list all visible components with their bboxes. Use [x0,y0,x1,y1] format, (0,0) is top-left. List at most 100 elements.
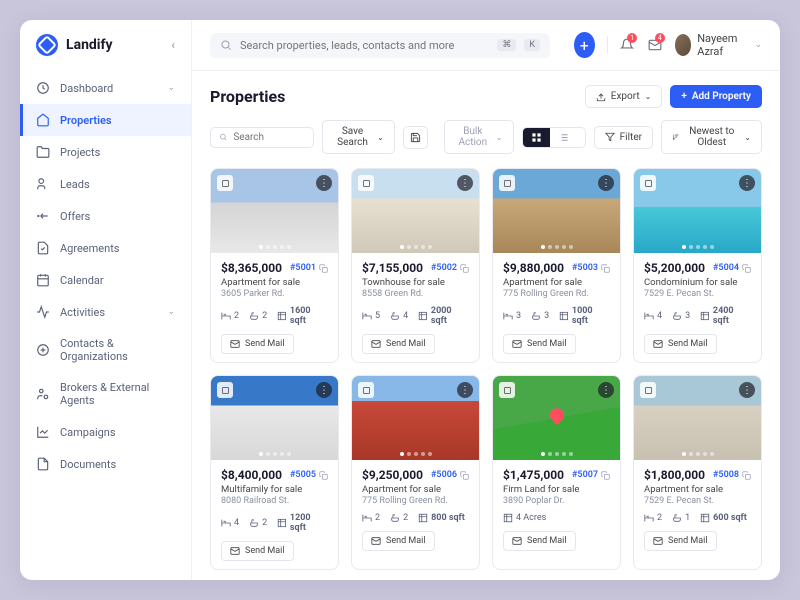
kbd-shortcut: K [524,39,540,51]
nav-item-calendar[interactable]: Calendar [20,264,191,296]
card-menu-icon[interactable]: ⋮ [739,175,755,191]
grid-view-icon[interactable] [523,128,550,147]
property-image: ⋮ [211,169,338,253]
card-menu-icon[interactable]: ⋮ [457,175,473,191]
card-menu-icon[interactable]: ⋮ [316,382,332,398]
nav-item-activities[interactable]: Activities⌄ [20,296,191,328]
baths: 2 [249,518,267,528]
property-features: 2 2 800 sqft [362,513,469,523]
baths: 1 [672,513,690,523]
nav-icon [36,387,50,401]
export-button[interactable]: Export ⌄ [585,85,663,108]
map-view-icon[interactable] [577,128,586,147]
list-view-icon[interactable] [550,128,577,147]
carousel-dots [259,452,291,456]
baths: 4 [390,311,408,321]
search-filter[interactable] [210,127,314,148]
property-grid: ⋮ $8,365,000 #5001 Apartment for sale 36… [210,168,762,580]
add-fab-button[interactable]: + [574,32,595,58]
property-type-badge-icon [499,382,515,398]
send-mail-button[interactable]: Send Mail [644,334,717,354]
send-mail-button[interactable]: Send Mail [221,334,294,354]
brand-logo-icon [36,34,58,56]
nav-label: Projects [60,146,100,159]
sort-button[interactable]: Newest to Oldest ⌄ [661,120,762,154]
property-address: 775 Rolling Green Rd. [362,496,469,506]
beds: 4 [221,518,239,528]
global-search-input[interactable] [240,39,489,52]
filter-icon [605,132,615,142]
send-mail-button[interactable]: Send Mail [503,334,576,354]
nav-item-projects[interactable]: Projects [20,136,191,168]
nav-item-agreements[interactable]: Agreements [20,232,191,264]
nav-item-offers[interactable]: Offers [20,200,191,232]
nav-item-brokers-external-agents[interactable]: Brokers & External Agents [20,372,191,416]
nav-label: Properties [60,114,112,127]
property-features: 2 1 600 sqft [644,513,751,523]
send-mail-button[interactable]: Send Mail [362,334,435,354]
collapse-sidebar-icon[interactable]: ‹ [171,38,175,52]
send-mail-button[interactable]: Send Mail [644,531,717,551]
nav-label: Offers [60,210,90,223]
property-id[interactable]: #5007 [572,470,610,480]
property-card[interactable]: ⋮ $9,880,000 #5003 Apartment for sale 77… [492,168,621,363]
carousel-dots [541,245,573,249]
filter-button[interactable]: Filter [594,126,653,149]
nav-item-dashboard[interactable]: Dashboard⌄ [20,72,191,104]
property-card[interactable]: ⋮ $8,365,000 #5001 Apartment for sale 36… [210,168,339,363]
property-type-badge-icon [640,382,656,398]
property-id[interactable]: #5008 [713,470,751,480]
property-type: Firm Land for sale [503,484,610,495]
property-image: ⋮ [211,376,338,460]
nav-icon [36,425,50,439]
property-card[interactable]: ⋮ $9,250,000 #5006 Apartment for sale 77… [351,375,480,570]
user-menu[interactable]: Nayeem Azraf ⌄ [675,32,762,58]
card-menu-icon[interactable]: ⋮ [598,382,614,398]
notifications-icon[interactable]: 1 [619,35,635,55]
property-card[interactable]: ⋮ $5,200,000 #5004 Condominium for sale … [633,168,762,363]
send-mail-button[interactable]: Send Mail [362,531,435,551]
nav-item-properties[interactable]: Properties [20,104,191,136]
property-type-badge-icon [358,382,374,398]
bulk-action-button[interactable]: Bulk Action ⌄ [444,120,514,154]
search-icon [219,132,227,142]
global-search[interactable]: ⌘ K [210,33,550,58]
area: 2000 sqft [418,306,469,326]
card-menu-icon[interactable]: ⋮ [316,175,332,191]
property-price: $8,400,000 [221,468,282,482]
search-icon [220,39,232,51]
card-menu-icon[interactable]: ⋮ [739,382,755,398]
property-features: 2 2 1600 sqft [221,306,328,326]
save-icon [410,132,421,143]
property-id[interactable]: #5001 [290,263,328,273]
plus-icon: + [681,91,687,102]
nav-item-contacts-organizations[interactable]: Contacts & Organizations [20,328,191,372]
avatar [675,34,691,56]
nav-item-documents[interactable]: Documents [20,448,191,480]
search-filter-input[interactable] [233,132,305,143]
property-card[interactable]: ⋮ $1,800,000 #5008 Apartment for sale 75… [633,375,762,570]
property-id[interactable]: #5002 [431,263,469,273]
property-card[interactable]: ⋮ $1,475,000 #5007 Firm Land for sale 38… [492,375,621,570]
property-id[interactable]: #5006 [431,470,469,480]
send-mail-button[interactable]: Send Mail [221,541,294,561]
nav-item-campaigns[interactable]: Campaigns [20,416,191,448]
property-id[interactable]: #5003 [572,263,610,273]
add-property-button[interactable]: + Add Property [670,85,762,108]
card-menu-icon[interactable]: ⋮ [598,175,614,191]
property-id[interactable]: #5005 [290,470,328,480]
property-card[interactable]: ⋮ $8,400,000 #5005 Multifamily for sale … [210,375,339,570]
property-card[interactable]: ⋮ $7,155,000 #5002 Townhouse for sale 85… [351,168,480,363]
property-price: $8,365,000 [221,261,282,275]
save-search-button[interactable]: Save Search ⌄ [322,120,395,154]
save-view-button[interactable] [403,126,428,149]
property-id[interactable]: #5004 [713,263,751,273]
kbd-shortcut: ⌘ [497,39,516,51]
property-type: Apartment for sale [644,484,751,495]
messages-icon[interactable]: 4 [647,35,663,55]
carousel-dots [259,245,291,249]
card-menu-icon[interactable]: ⋮ [457,382,473,398]
nav-item-leads[interactable]: Leads [20,168,191,200]
property-price: $9,250,000 [362,468,423,482]
send-mail-button[interactable]: Send Mail [503,531,576,551]
